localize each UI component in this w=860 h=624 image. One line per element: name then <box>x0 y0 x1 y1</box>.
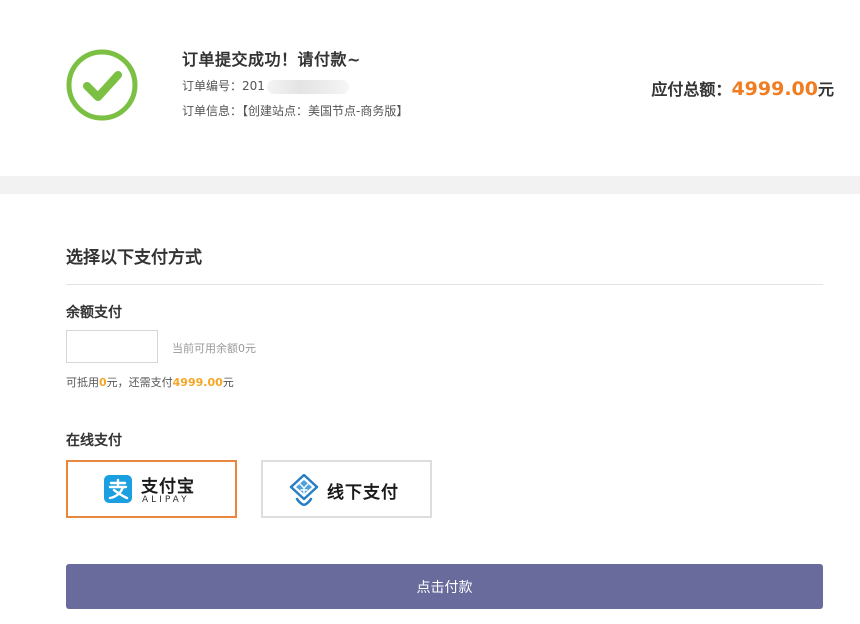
offline-pay-icon <box>289 474 319 506</box>
order-info: 订单信息：【创建站点：美国节点-商务版】 <box>182 102 408 119</box>
order-summary: 订单提交成功！请付款~ 订单编号：201 订单信息：【创建站点：美国节点-商务版… <box>0 0 860 176</box>
order-number-redacted <box>266 79 349 94</box>
deduct-prefix: 可抵用 <box>66 376 99 389</box>
alipay-name-cn: 支付宝 <box>141 477 195 497</box>
deduct-summary: 可抵用0元，还需支付4999.00元 <box>66 374 234 390</box>
order-info-value: 【创建站点：美国节点-商务版】 <box>242 104 409 118</box>
section-separator <box>0 176 860 194</box>
offline-pay-option[interactable]: 线下支付 <box>261 460 432 518</box>
total-label: 应付总额： <box>651 80 732 99</box>
balance-pay-label: 余额支付 <box>66 305 122 321</box>
remaining-amount: 4999.00 <box>172 376 223 389</box>
order-success-title: 订单提交成功！请付款~ <box>182 50 361 69</box>
order-number-label: 订单编号： <box>182 79 243 93</box>
payment-section-title: 选择以下支付方式 <box>66 248 202 268</box>
order-number: 订单编号：201 <box>182 77 349 94</box>
order-info-label: 订单信息： <box>182 104 243 118</box>
deduct-middle: 元，还需支付 <box>106 376 173 389</box>
alipay-option[interactable]: 支付宝 ALIPAY <box>66 460 237 518</box>
alipay-name-en: ALIPAY <box>142 495 190 505</box>
divider <box>66 284 823 285</box>
order-number-value: 201 <box>242 79 265 93</box>
order-total: 应付总额：4999.00元 <box>651 76 834 100</box>
available-balance-hint: 当前可用余额0元 <box>172 342 256 355</box>
deduct-suffix: 元 <box>222 376 234 389</box>
check-circle-icon <box>66 49 138 121</box>
total-amount: 4999.00 <box>731 78 818 100</box>
alipay-logo-icon <box>104 475 132 503</box>
online-pay-label: 在线支付 <box>66 433 122 449</box>
offline-pay-label: 线下支付 <box>327 483 399 503</box>
deduct-amount: 0 <box>99 376 107 389</box>
balance-amount-input[interactable] <box>66 330 158 363</box>
total-unit: 元 <box>817 80 834 99</box>
submit-payment-button[interactable]: 点击付款 <box>66 564 823 609</box>
